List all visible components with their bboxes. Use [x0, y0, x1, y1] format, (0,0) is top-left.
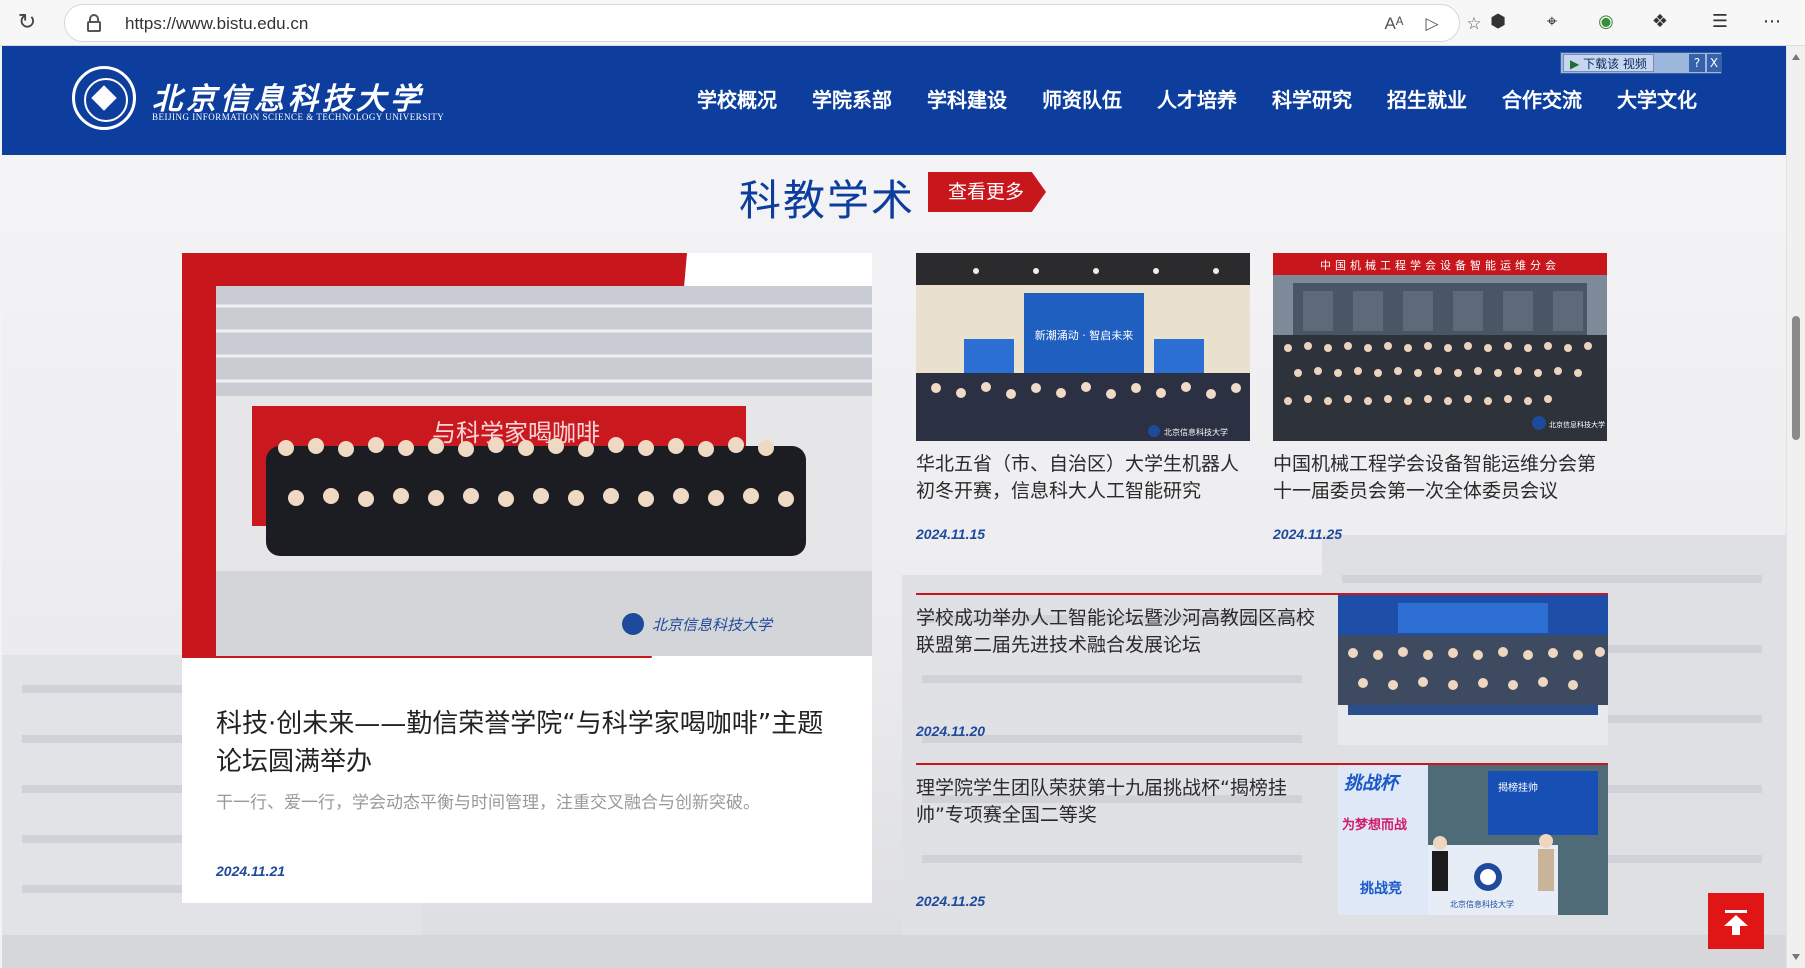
nav-item-research[interactable]: 科学研究: [1272, 84, 1352, 113]
news-title[interactable]: 学校成功举办人工智能论坛暨沙河高教园区高校联盟第二届先进技术融合发展论坛: [916, 605, 1321, 659]
group-photo-illustration: 与科学家喝咖啡 北京信息科技大学: [216, 286, 872, 656]
nav-item-faculty[interactable]: 师资队伍: [1042, 84, 1122, 113]
conference-photo-illustration: 新潮涌动 · 智启未来 北京信息科技大学: [916, 253, 1250, 441]
nav-item-schools[interactable]: 学院系部: [812, 84, 892, 113]
news-title[interactable]: 中国机械工程学会设备智能运维分会第十一届委员会第一次全体委员会议: [1273, 451, 1607, 505]
news-row[interactable]: 理学院学生团队荣获第十九届挑战杯“揭榜挂帅”专项赛全国二等奖 2024.11.2…: [916, 763, 1608, 915]
view-more-button[interactable]: 查看更多: [928, 172, 1046, 212]
close-button[interactable]: X: [1707, 54, 1721, 72]
featured-news-photo[interactable]: 与科学家喝咖啡 北京信息科技大学: [216, 286, 872, 656]
nav-item-cooperation[interactable]: 合作交流: [1502, 84, 1582, 113]
group-photo-illustration: 中国机械工程学会设备智能运维分会 北京信息科技大学 新闻中心: [1273, 253, 1607, 441]
university-seal-icon[interactable]: [72, 66, 136, 130]
featured-news-title[interactable]: 科技·创未来——勤信荣誉学院“与科学家喝咖啡”主题论坛圆满举办: [216, 705, 836, 781]
featured-news-summary: 干一行、爱一行，学会动态平衡与时间管理，注重交叉融合与创新突破。: [216, 793, 760, 813]
news-thumbnail[interactable]: 新潮涌动 · 智启未来 北京信息科技大学: [916, 253, 1250, 441]
browser-toolbar: ↻ https://www.bistu.edu.cn Aᴬ ▷ ☆ ⬢ ⌖ ◉ …: [0, 0, 1805, 46]
logo-english[interactable]: BEIJING INFORMATION SCIENCE & TECHNOLOGY…: [152, 112, 444, 122]
help-button[interactable]: ?: [1689, 54, 1705, 72]
photo-flag-text: 北京信息科技大学: [1450, 899, 1514, 909]
news-title[interactable]: 理学院学生团队荣获第十九届挑战杯“揭榜挂帅”专项赛全国二等奖: [916, 775, 1321, 829]
download-video-button[interactable]: ▶ 下载该 视频: [1563, 54, 1654, 72]
play-icon: ▶: [1570, 57, 1580, 71]
news-title[interactable]: 华北五省（市、自治区）大学生机器人初冬开赛，信息科大人工智能研究: [916, 451, 1250, 505]
photo-banner-text: 与科学家喝咖啡: [432, 419, 600, 447]
main-nav: 学校概况 学院系部 学科建设 师资队伍 人才培养 科学研究 招生就业 合作交流 …: [697, 84, 1732, 113]
extension-icon[interactable]: ⬢: [1486, 10, 1510, 34]
photo-watermark-text: 北京信息科技大学 新闻中心: [1549, 420, 1607, 429]
nav-item-culture[interactable]: 大学文化: [1617, 84, 1697, 113]
news-thumbnail[interactable]: 挑战杯 为梦想而战 挑战竞 揭榜挂帅 北京信息科技大学: [1338, 765, 1608, 915]
extension-icon[interactable]: ⌖: [1540, 10, 1564, 34]
photo-bottom-text: 挑战竞: [1360, 880, 1402, 897]
puzzle-icon[interactable]: ❖: [1648, 10, 1672, 34]
back-to-top-button[interactable]: [1708, 893, 1764, 949]
photo-board-text: 揭榜挂帅: [1498, 781, 1538, 794]
scroll-up-icon[interactable]: [1792, 54, 1800, 60]
extension-icon[interactable]: ◉: [1594, 10, 1618, 34]
news-thumbnail[interactable]: [1338, 595, 1608, 745]
lock-icon[interactable]: [87, 14, 101, 32]
featured-news-date: 2024.11.21: [216, 863, 286, 879]
forum-photo-illustration: [1338, 595, 1608, 745]
scroll-down-icon[interactable]: [1792, 954, 1800, 960]
photo-banner-text: 中国机械工程学会设备智能运维分会: [1320, 258, 1560, 272]
nav-item-about[interactable]: 学校概况: [697, 84, 777, 113]
video-download-widget: ▶ 下载该 视频 ? X: [1560, 52, 1722, 74]
featured-news-card[interactable]: 与科学家喝咖啡 北京信息科技大学 科技·创未来——勤信荣誉学院“与科学家喝咖啡”…: [182, 253, 872, 903]
reload-icon[interactable]: ↻: [14, 10, 40, 36]
photo-watermark-text: 北京信息科技大学: [652, 616, 774, 634]
photo-screen-text: 新潮涌动 · 智启未来: [1035, 328, 1134, 342]
section-title: 科教学术: [739, 176, 916, 225]
more-icon[interactable]: ⋯: [1760, 10, 1784, 34]
photo-logo-text: 挑战杯: [1344, 773, 1402, 794]
address-bar[interactable]: https://www.bistu.edu.cn Aᴬ ▷ ☆: [64, 4, 1482, 42]
news-date: 2024.11.25: [1273, 526, 1343, 542]
immersive-reader-icon[interactable]: ▷: [1421, 13, 1443, 35]
nav-item-admissions[interactable]: 招生就业: [1387, 84, 1467, 113]
news-date: 2024.11.15: [916, 526, 986, 542]
vertical-scrollbar[interactable]: [1786, 46, 1805, 968]
favorite-star-icon[interactable]: ☆: [1463, 13, 1485, 35]
news-date: 2024.11.20: [916, 723, 986, 739]
photo-slogan-text: 为梦想而战: [1342, 817, 1407, 833]
news-row[interactable]: 学校成功举办人工智能论坛暨沙河高教园区高校联盟第二届先进技术融合发展论坛 202…: [916, 593, 1608, 745]
nav-item-disciplines[interactable]: 学科建设: [927, 84, 1007, 113]
photo-watermark-text: 北京信息科技大学: [1164, 427, 1228, 437]
scrollbar-thumb[interactable]: [1792, 316, 1800, 440]
download-video-label: 下载该 视频: [1583, 57, 1647, 71]
read-aloud-icon[interactable]: Aᴬ: [1383, 13, 1405, 35]
url-text[interactable]: https://www.bistu.edu.cn: [125, 14, 308, 34]
news-card[interactable]: 新潮涌动 · 智启未来 北京信息科技大学 华北五省（市、自治区）大学生机器人初冬…: [916, 253, 1250, 542]
site-header: 北京信息科技大学 BEIJING INFORMATION SCIENCE & T…: [2, 46, 1786, 155]
nav-item-education[interactable]: 人才培养: [1157, 84, 1237, 113]
news-card[interactable]: 中国机械工程学会设备智能运维分会 北京信息科技大学 新闻中心 中国机械工程学会设…: [1273, 253, 1607, 542]
news-thumbnail[interactable]: 中国机械工程学会设备智能运维分会 北京信息科技大学 新闻中心: [1273, 253, 1607, 441]
favorites-icon[interactable]: ☰: [1708, 10, 1732, 34]
page-body: 科教学术 查看更多 与科学家喝咖啡 北京信息科技大学 科技·创未来——勤信荣誉学…: [2, 155, 1786, 968]
award-photo-illustration: 挑战杯 为梦想而战 挑战竞 揭榜挂帅 北京信息科技大学: [1338, 765, 1608, 915]
news-date: 2024.11.25: [916, 893, 986, 909]
